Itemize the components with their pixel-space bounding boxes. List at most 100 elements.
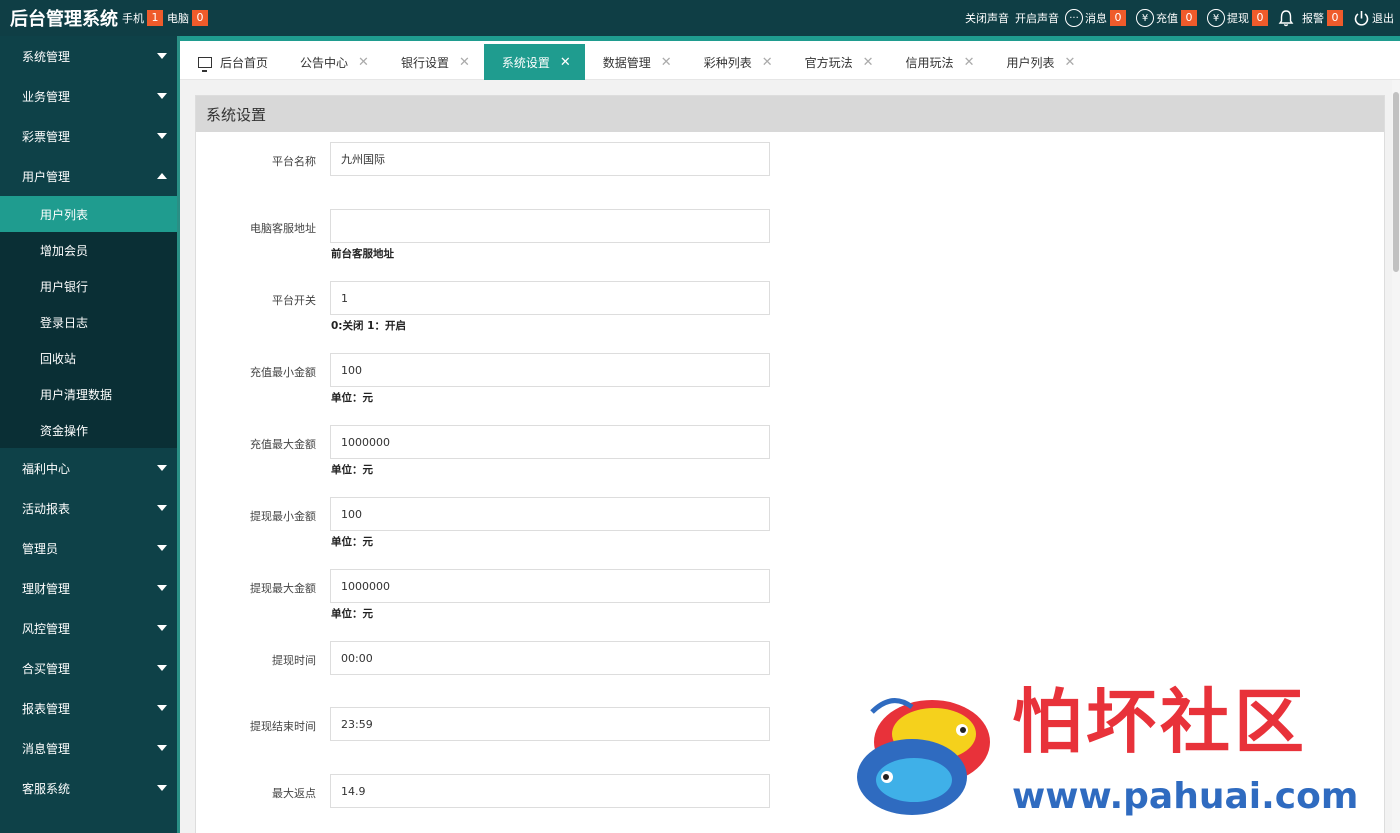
tab-credit-play[interactable]: 信用玩法 ✕ xyxy=(888,44,989,80)
submenu-item-user-bank[interactable]: 用户银行 xyxy=(0,268,177,304)
tab-system-settings[interactable]: 系统设置 ✕ xyxy=(483,44,585,80)
sidebar-item-welfare[interactable]: 福利中心 xyxy=(0,448,177,488)
messages-count-badge: 0 xyxy=(1110,10,1126,26)
tab-label: 用户列表 xyxy=(1006,55,1055,70)
withdraw-min-input[interactable]: 100 xyxy=(330,497,770,531)
recharge-button[interactable]: ¥ 充值 0 xyxy=(1136,9,1201,27)
close-icon[interactable]: ✕ xyxy=(560,55,571,70)
sidebar-item-activity-report[interactable]: 活动报表 xyxy=(0,488,177,528)
field-hint: 前台客服地址 xyxy=(331,248,394,260)
recharge-min-input[interactable]: 100 xyxy=(330,353,770,387)
sidebar-item-risk[interactable]: 风控管理 xyxy=(0,608,177,648)
top-header: 后台管理系统 手机 1 电脑 0 关闭声音 开启声音 ··· 消息 0 ¥ 充值… xyxy=(0,0,1400,36)
chevron-down-icon xyxy=(157,585,167,591)
field-label: 平台名称 xyxy=(272,155,316,168)
withdraw-start-input[interactable]: 00:00 xyxy=(330,641,770,675)
watermark: 怕坏社区 www.pahuai.com xyxy=(852,682,1392,822)
yen-plus-icon: ¥ xyxy=(1136,9,1154,27)
close-icon[interactable]: ✕ xyxy=(1064,55,1075,70)
platform-switch-input[interactable]: 1 xyxy=(330,281,770,315)
scrollbar-thumb[interactable] xyxy=(1393,92,1399,272)
chevron-down-icon xyxy=(157,93,167,99)
field-label: 提现结束时间 xyxy=(250,720,316,733)
submenu-item-recycle-bin[interactable]: 回收站 xyxy=(0,340,177,376)
withdraw-max-input[interactable]: 1000000 xyxy=(330,569,770,603)
field-hint: 单位：元 xyxy=(331,608,373,620)
sidebar-item-label: 管理员 xyxy=(22,541,59,556)
tab-label: 信用玩法 xyxy=(905,55,954,70)
chevron-down-icon xyxy=(157,665,167,671)
close-icon[interactable]: ✕ xyxy=(762,55,773,70)
tab-label: 银行设置 xyxy=(400,55,449,70)
sidebar-item-admins[interactable]: 管理员 xyxy=(0,528,177,568)
fish-logo-icon xyxy=(857,698,990,815)
tab-lottery-types[interactable]: 彩种列表 ✕ xyxy=(686,44,787,80)
sidebar-item-finance[interactable]: 理财管理 xyxy=(0,568,177,608)
tab-bank-settings[interactable]: 银行设置 ✕ xyxy=(383,44,484,80)
field-label: 电脑客服地址 xyxy=(250,222,316,235)
logout-button[interactable]: 退出 xyxy=(1353,10,1394,27)
withdraw-count-badge: 0 xyxy=(1252,10,1268,26)
sidebar-item-users[interactable]: 用户管理 xyxy=(0,156,177,196)
close-icon[interactable]: ✕ xyxy=(964,55,975,70)
power-icon xyxy=(1354,10,1369,26)
tab-official-play[interactable]: 官方玩法 ✕ xyxy=(787,44,888,80)
tab-data-management[interactable]: 数据管理 ✕ xyxy=(585,44,686,80)
submenu-item-clean-data[interactable]: 用户清理数据 xyxy=(0,376,177,412)
chevron-down-icon xyxy=(157,465,167,471)
pc-support-url-input[interactable] xyxy=(330,209,770,243)
chevron-down-icon xyxy=(157,785,167,791)
recharge-count-badge: 0 xyxy=(1181,10,1197,26)
platform-name-input[interactable]: 九州国际 xyxy=(330,142,770,176)
sidebar-item-support[interactable]: 客服系统 xyxy=(0,768,177,808)
device-stats: 手机 1 电脑 0 xyxy=(122,10,212,26)
chevron-down-icon xyxy=(157,745,167,751)
chat-icon: ··· xyxy=(1065,9,1083,27)
sidebar-item-reports[interactable]: 报表管理 xyxy=(0,688,177,728)
sidebar-item-lottery[interactable]: 彩票管理 xyxy=(0,116,177,156)
sidebar-item-business[interactable]: 业务管理 xyxy=(0,76,177,116)
alarm-button[interactable]: 报警 0 xyxy=(1278,9,1347,27)
sound-off-button[interactable]: 关闭声音 xyxy=(965,10,1009,26)
chevron-down-icon xyxy=(157,133,167,139)
monitor-icon xyxy=(198,56,212,72)
sound-on-button[interactable]: 开启声音 xyxy=(1015,10,1059,26)
recharge-max-input[interactable]: 1000000 xyxy=(330,425,770,459)
sidebar-item-label: 合买管理 xyxy=(22,661,71,676)
field-label: 充值最大金额 xyxy=(250,438,316,451)
sidebar-item-label: 消息管理 xyxy=(22,741,71,756)
sidebar-item-label: 报表管理 xyxy=(22,701,71,716)
accent-divider xyxy=(180,36,1400,41)
submenu-item-login-log[interactable]: 登录日志 xyxy=(0,304,177,340)
submenu-item-user-list[interactable]: 用户列表 xyxy=(0,196,177,232)
close-icon[interactable]: ✕ xyxy=(661,55,672,70)
submenu-item-fund-ops[interactable]: 资金操作 xyxy=(0,412,177,448)
withdraw-button[interactable]: ¥ 提现 0 xyxy=(1207,9,1272,27)
close-icon[interactable]: ✕ xyxy=(863,55,874,70)
sidebar-item-group-buy[interactable]: 合买管理 xyxy=(0,648,177,688)
tab-announcements[interactable]: 公告中心 ✕ xyxy=(282,44,383,80)
sidebar-item-label: 福利中心 xyxy=(22,461,71,476)
tab-user-list[interactable]: 用户列表 ✕ xyxy=(988,44,1089,80)
field-label: 平台开关 xyxy=(272,294,316,307)
recharge-label: 充值 xyxy=(1156,12,1178,25)
withdraw-end-input[interactable]: 23:59 xyxy=(330,707,770,741)
max-rebate-input[interactable]: 14.9 xyxy=(330,774,770,808)
sidebar-item-messages[interactable]: 消息管理 xyxy=(0,728,177,768)
submenu-item-add-member[interactable]: 增加会员 xyxy=(0,232,177,268)
tab-home[interactable]: 后台首页 xyxy=(180,44,282,80)
close-icon[interactable]: ✕ xyxy=(459,55,470,70)
field-hint: 单位：元 xyxy=(331,464,373,476)
logout-label: 退出 xyxy=(1372,12,1394,25)
sidebar-item-system[interactable]: 系统管理 xyxy=(0,36,177,76)
header-actions: 关闭声音 开启声音 ··· 消息 0 ¥ 充值 0 ¥ 提现 0 报警 0 退出 xyxy=(959,0,1394,36)
tab-label: 后台首页 xyxy=(220,55,269,70)
messages-button[interactable]: ··· 消息 0 xyxy=(1065,9,1130,27)
field-label: 提现时间 xyxy=(272,654,316,667)
chevron-down-icon xyxy=(157,53,167,59)
field-label: 提现最小金额 xyxy=(250,510,316,523)
yen-icon: ¥ xyxy=(1207,9,1225,27)
close-icon[interactable]: ✕ xyxy=(358,55,369,70)
sidebar: 系统管理 业务管理 彩票管理 用户管理 用户列表 增加会员 用户银行 登录日志 … xyxy=(0,36,180,833)
field-label: 充值最小金额 xyxy=(250,366,316,379)
